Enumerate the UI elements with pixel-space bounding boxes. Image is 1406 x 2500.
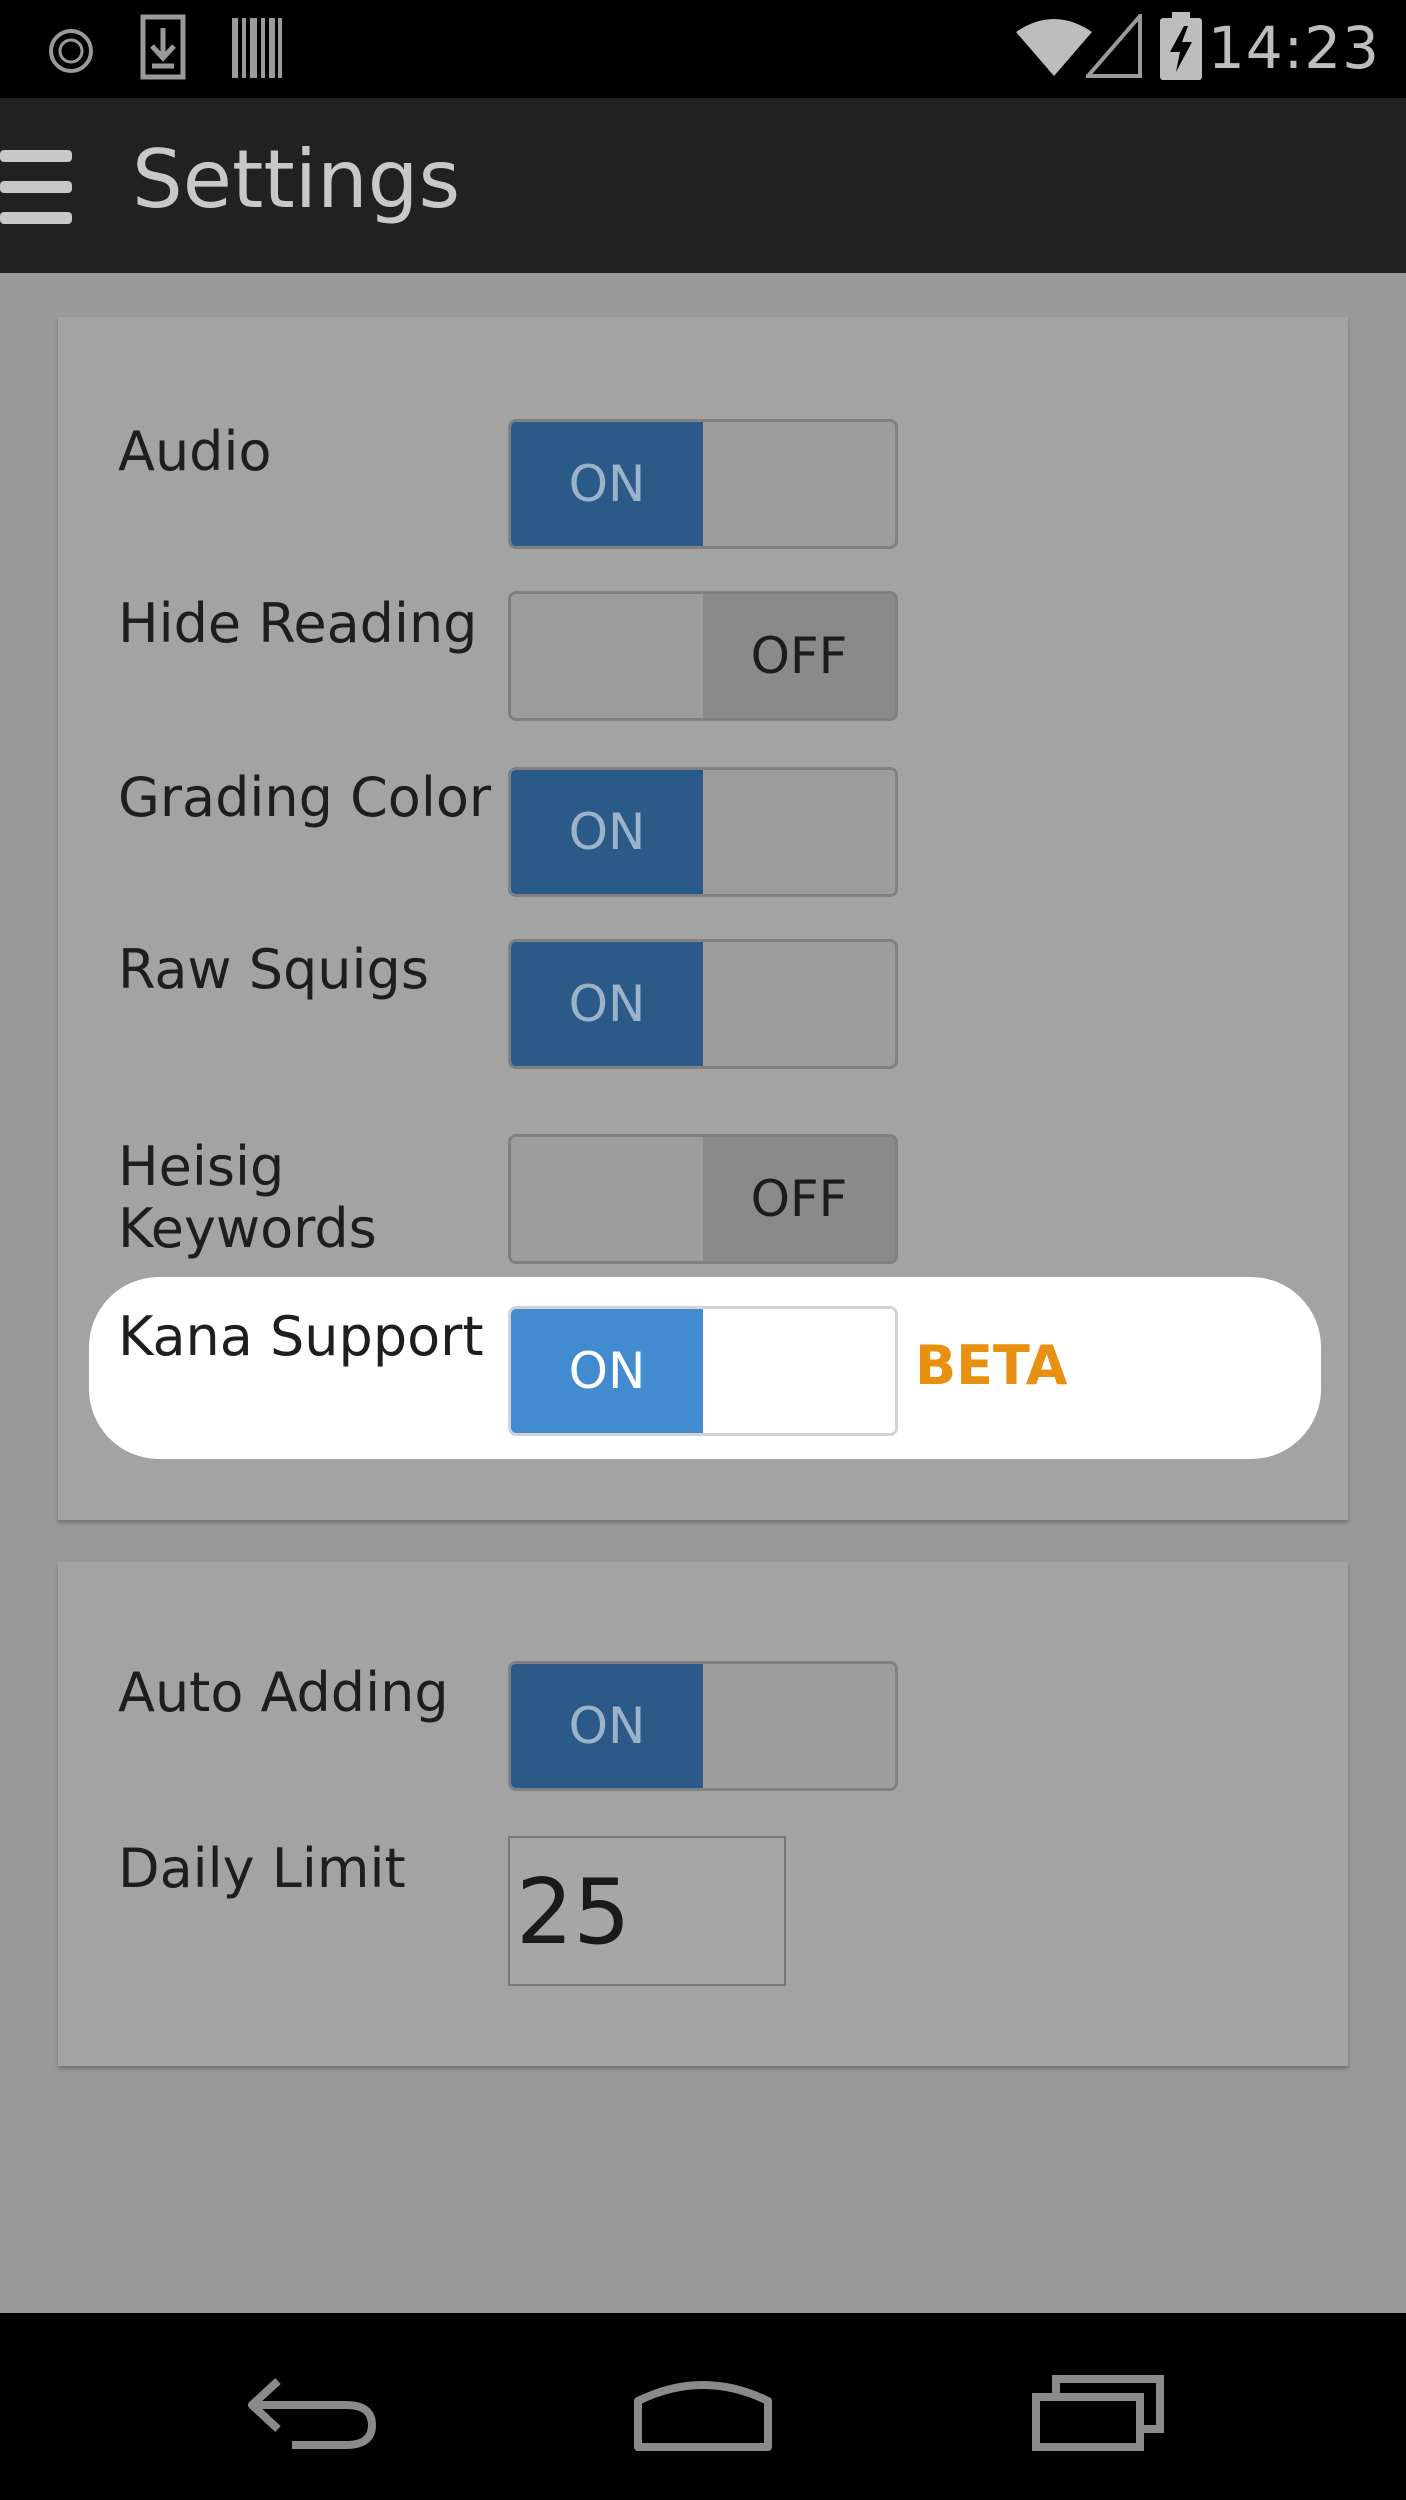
- status-clock: 14:23: [1207, 14, 1380, 82]
- hide-reading-label: Hide Reading: [118, 592, 478, 655]
- grading-color-toggle[interactable]: ON: [508, 767, 898, 897]
- toggle-on-segment: ON: [511, 770, 703, 894]
- toggle-off-segment: [703, 422, 895, 546]
- signal-icon: [1083, 10, 1142, 82]
- raw-squigs-label: Raw Squigs: [118, 938, 429, 1001]
- heisig-keywords-label-line2: Keywords: [118, 1197, 377, 1260]
- toggle-off-segment: [703, 942, 895, 1066]
- toggle-on-segment: ON: [511, 942, 703, 1066]
- grading-color-label: Grading Color: [118, 766, 492, 829]
- daily-limit-label: Daily Limit: [118, 1837, 406, 1900]
- toggle-off-segment: [703, 770, 895, 894]
- toggle-on-segment: ON: [511, 1309, 703, 1433]
- study-settings-card: [58, 1562, 1348, 2066]
- heisig-keywords-label: Heisig Keywords: [118, 1136, 377, 1260]
- status-bar: 14:23: [0, 0, 1406, 98]
- hide-reading-toggle[interactable]: OFF: [508, 591, 898, 721]
- page-title: Settings: [132, 133, 461, 226]
- raw-squigs-toggle[interactable]: ON: [508, 939, 898, 1069]
- download-icon: [140, 14, 186, 84]
- wifi-icon: [1014, 14, 1094, 82]
- auto-adding-label: Auto Adding: [118, 1661, 449, 1724]
- toggle-on-segment: [511, 594, 703, 718]
- sync-icon: [46, 26, 96, 80]
- recents-icon[interactable]: [1030, 2373, 1166, 2457]
- battery-charging-icon: [1160, 12, 1202, 84]
- toggle-off-segment: OFF: [703, 1137, 895, 1261]
- kana-support-label: Kana Support: [118, 1305, 484, 1368]
- toggle-on-segment: ON: [511, 1664, 703, 1788]
- beta-badge: BETA: [915, 1334, 1068, 1397]
- navigation-bar: [0, 2313, 1406, 2500]
- toggle-off-segment: [703, 1664, 895, 1788]
- heisig-keywords-toggle[interactable]: OFF: [508, 1134, 898, 1264]
- toggle-off-segment: [703, 1309, 895, 1433]
- audio-toggle[interactable]: ON: [508, 419, 898, 549]
- barcode-icon: [232, 18, 282, 82]
- toggle-off-segment: OFF: [703, 594, 895, 718]
- home-icon[interactable]: [632, 2371, 774, 2455]
- heisig-keywords-label-line1: Heisig: [118, 1135, 285, 1198]
- kana-support-toggle[interactable]: ON: [508, 1306, 898, 1436]
- daily-limit-input[interactable]: 25: [508, 1836, 786, 1986]
- toggle-on-segment: [511, 1137, 703, 1261]
- back-icon[interactable]: [246, 2375, 378, 2455]
- auto-adding-toggle[interactable]: ON: [508, 1661, 898, 1791]
- audio-label: Audio: [118, 420, 272, 483]
- toggle-on-segment: ON: [511, 422, 703, 546]
- menu-icon[interactable]: [0, 150, 72, 228]
